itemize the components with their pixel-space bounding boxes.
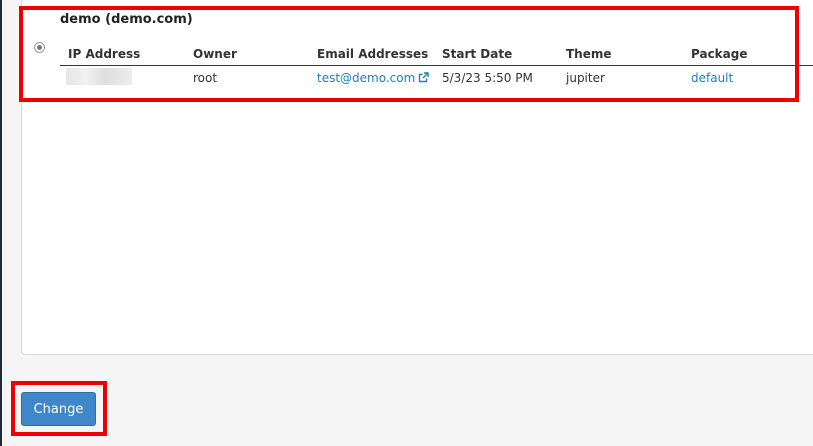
account-highlight-box	[19, 6, 799, 102]
change-button[interactable]: Change	[21, 392, 96, 426]
window-left-edge	[0, 0, 2, 446]
